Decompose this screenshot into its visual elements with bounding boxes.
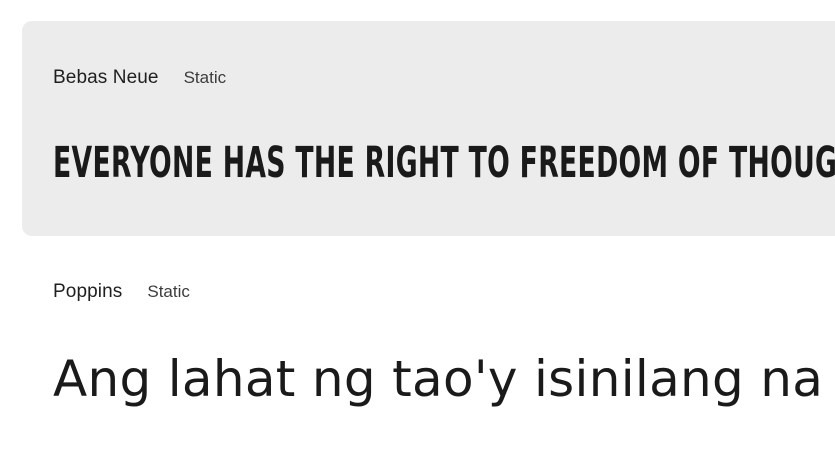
font-card-poppins[interactable]: Poppins Static Ang lahat ng tao'y isinil…	[22, 250, 835, 460]
font-family-name[interactable]: Poppins	[53, 281, 122, 303]
font-card-header: Poppins Static	[53, 281, 190, 303]
font-list: Bebas Neue Static Everyone has the right…	[0, 0, 835, 460]
font-card-bebas-neue[interactable]: Bebas Neue Static Everyone has the right…	[22, 21, 835, 236]
font-type-label: Static	[147, 282, 190, 301]
font-type-label: Static	[183, 68, 227, 87]
font-sample-text: Everyone has the right to freedom of tho…	[53, 138, 835, 188]
font-family-name[interactable]: Bebas Neue	[53, 67, 159, 89]
font-card-header: Bebas Neue Static	[53, 67, 226, 89]
font-sample-text: Ang lahat ng tao'y isinilang na m	[53, 350, 835, 408]
